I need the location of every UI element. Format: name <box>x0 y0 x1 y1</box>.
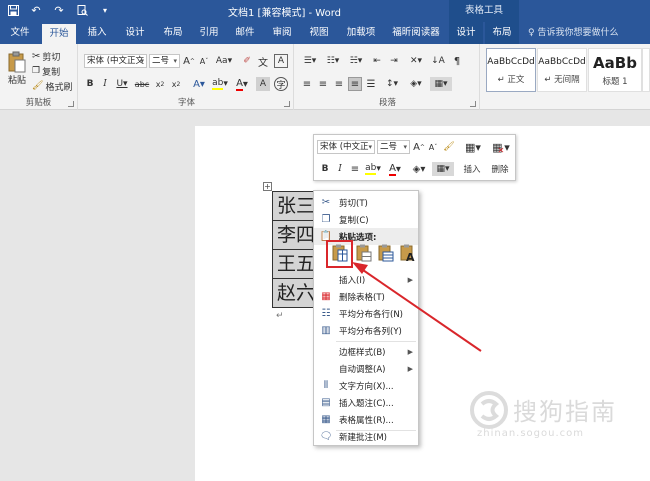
watermark-brand: 搜狗指南 <box>513 398 617 426</box>
watermark: 搜狗指南 zhinan.sogou.com <box>469 388 639 439</box>
watermark-url: zhinan.sogou.com <box>477 428 585 439</box>
watermark-logo-icon <box>470 391 508 429</box>
